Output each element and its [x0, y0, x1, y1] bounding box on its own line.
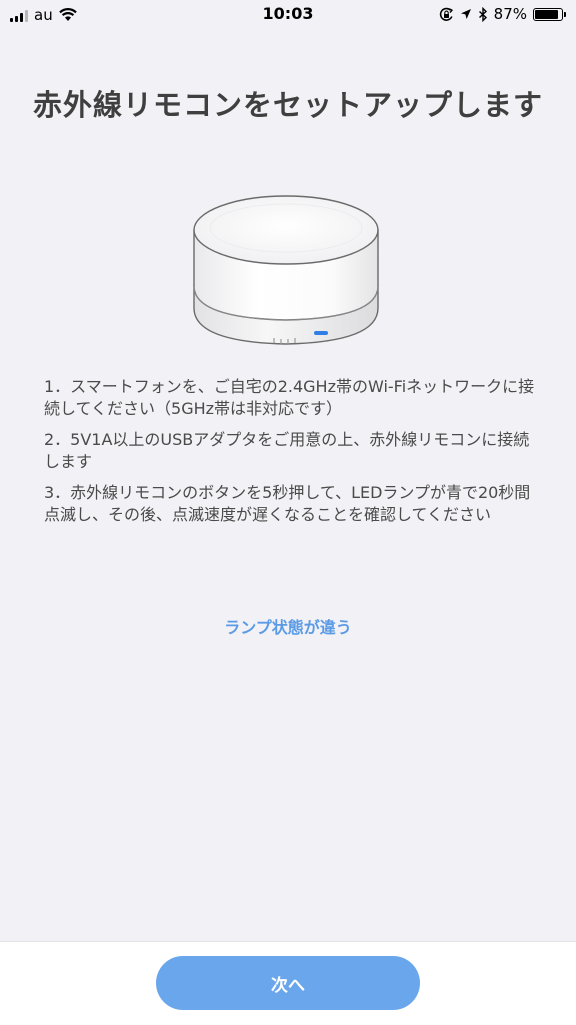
led-indicator [314, 331, 328, 335]
instruction-step-2: 2．5V1A以上のUSBアダプタをご用意の上、赤外線リモコンに接続します [44, 430, 530, 471]
instruction-list: 1．スマートフォンを、ご自宅の2.4GHz帯のWi-Fiネットワークに接続してく… [44, 376, 544, 535]
ir-remote-device-image [193, 195, 379, 345]
instruction-step-3: 3．赤外線リモコンのボタンを5秒押して、LEDランプが青で20秒間点滅し、その後… [44, 483, 531, 524]
battery-level [535, 9, 558, 19]
next-button[interactable]: 次へ [156, 956, 420, 1010]
battery-percent: 87% [493, 5, 527, 23]
status-right: 87% [439, 4, 566, 24]
status-bar: au 10:03 87% [0, 0, 576, 30]
battery-icon [533, 7, 563, 21]
location-icon [460, 9, 471, 19]
orientation-lock-icon [439, 7, 453, 21]
page-title: 赤外線リモコンをセットアップします [32, 88, 543, 122]
bluetooth-icon [478, 6, 487, 22]
lamp-state-different-link[interactable]: ランプ状態が違う [0, 614, 576, 638]
battery-cap [564, 11, 566, 17]
footer-bar: 次へ [0, 941, 576, 1025]
instruction-step-1: 1．スマートフォンを、ご自宅の2.4GHz帯のWi-Fiネットワークに接続してく… [44, 377, 535, 418]
